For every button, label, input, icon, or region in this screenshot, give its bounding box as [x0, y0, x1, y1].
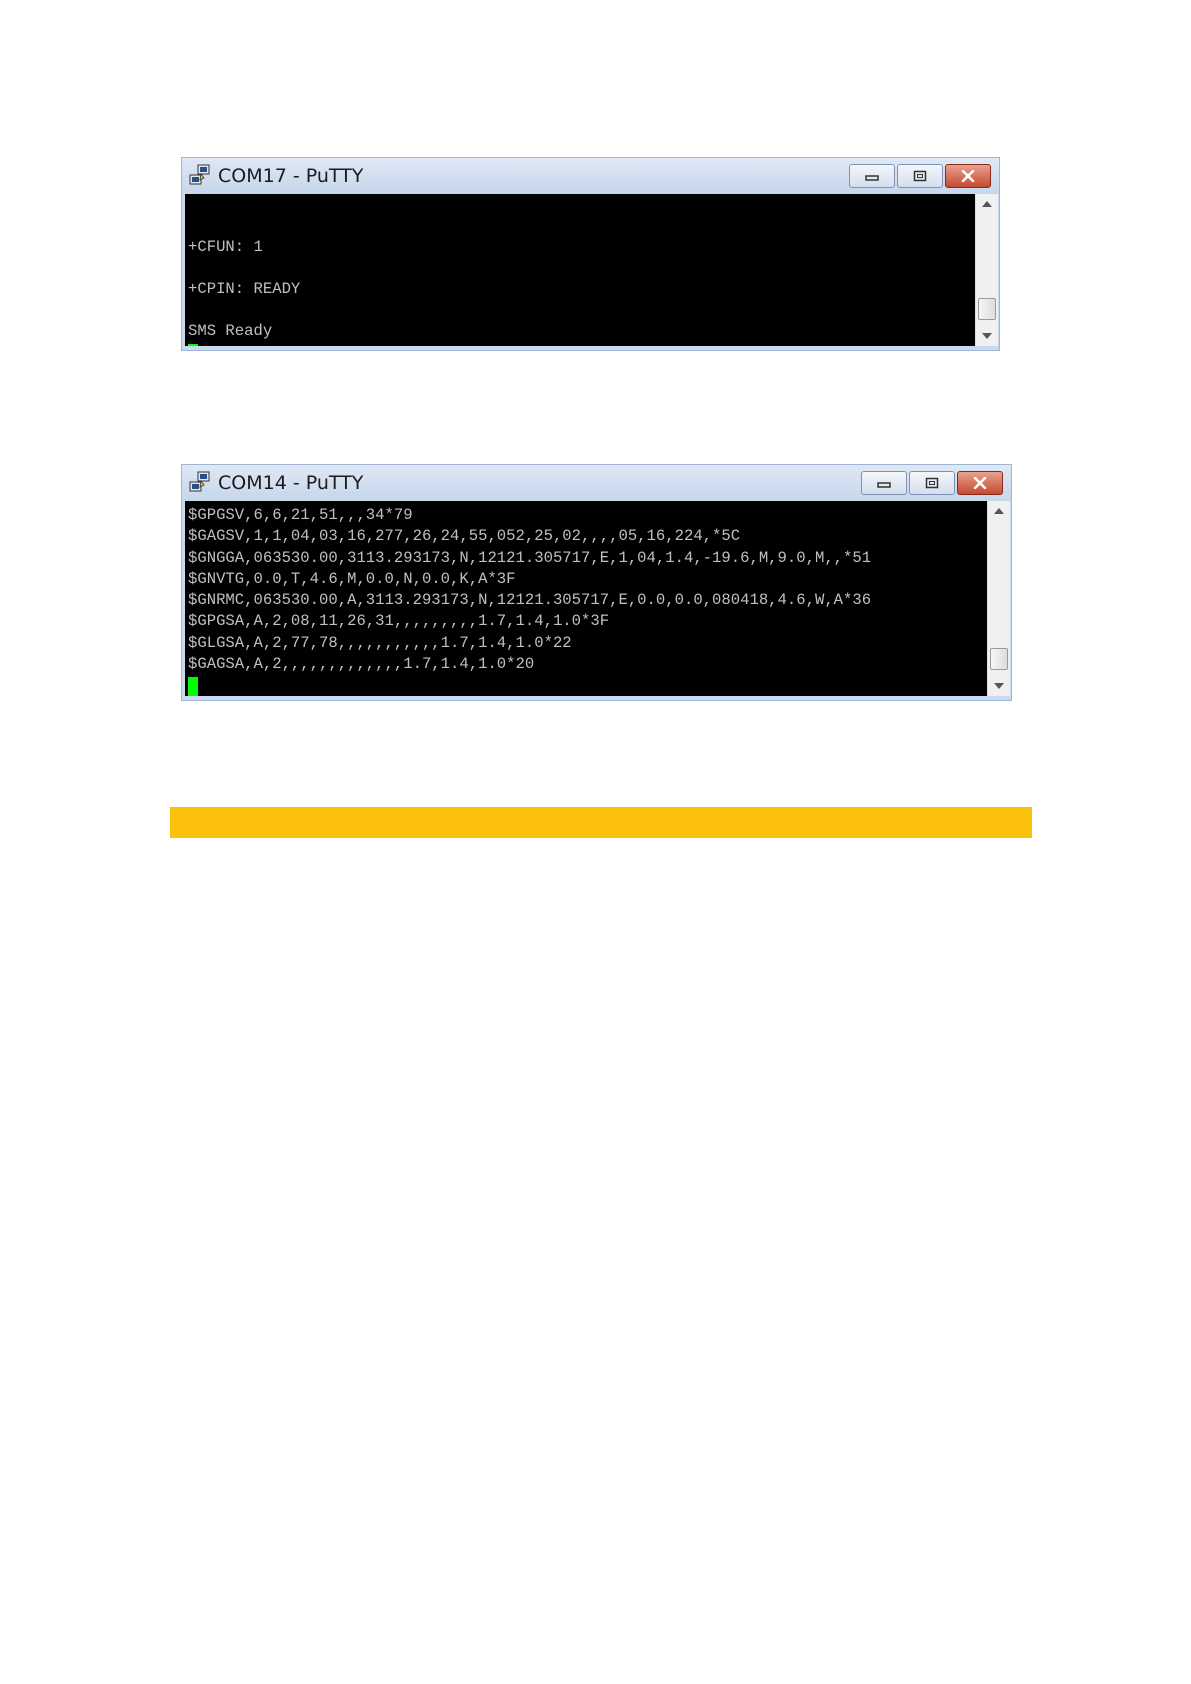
- scroll-down-button[interactable]: [976, 326, 998, 346]
- scroll-up-button[interactable]: [976, 194, 998, 214]
- close-button[interactable]: [945, 164, 991, 188]
- minimize-button[interactable]: [849, 164, 895, 188]
- terminal-line: $GLGSA,A,2,77,78,,,,,,,,,,,1.7,1.4,1.0*2…: [188, 633, 572, 652]
- maximize-icon: [925, 477, 939, 489]
- terminal-line: $GNVTG,0.0,T,4.6,M,0.0,N,0.0,K,A*3F: [188, 569, 516, 588]
- scroll-thumb[interactable]: [990, 648, 1008, 670]
- terminal-line: SMS Ready: [188, 322, 273, 340]
- terminal-line: +CFUN: 1: [188, 238, 263, 256]
- scroll-down-arrow-icon: [982, 333, 992, 339]
- cursor-line: [188, 342, 975, 346]
- putty-window-com17[interactable]: COM17 - PuTTY +CFUN: 1 +CPIN: READY SMS …: [181, 157, 1000, 351]
- putty-icon: [189, 471, 210, 492]
- window-controls: [861, 471, 1003, 495]
- minimize-icon: [877, 482, 891, 488]
- terminal-line: $GNGGA,063530.00,3113.293173,N,12121.305…: [188, 548, 872, 567]
- terminal-line: $GPGSV,6,6,21,51,,,34*79: [188, 506, 413, 524]
- maximize-button[interactable]: [909, 471, 955, 495]
- terminal-line: $GAGSV,1,1,04,03,16,277,26,24,55,052,25,…: [188, 527, 741, 546]
- minimize-icon: [865, 175, 879, 181]
- terminal-line: $GAGSA,A,2,,,,,,,,,,,,,1.7,1.4,1.0*20: [188, 655, 535, 674]
- maximize-icon: [913, 170, 927, 182]
- terminal-cursor: [188, 677, 198, 696]
- window-controls: [849, 164, 991, 188]
- terminal-line: $GNRMC,063530.00,A,3113.293173,N,12121.3…: [188, 591, 872, 610]
- terminal-line: $GPGSA,A,2,08,11,26,31,,,,,,,,,1.7,1.4,1…: [188, 612, 610, 631]
- minimize-button[interactable]: [861, 471, 907, 495]
- scroll-up-arrow-icon: [994, 508, 1004, 514]
- terminal-output[interactable]: $GPGSV,6,6,21,51,,,34*79 $GAGSV,1,1,04,0…: [185, 501, 987, 696]
- close-icon: [961, 170, 975, 182]
- highlight-bar: [170, 807, 1032, 838]
- window-title: COM14 - PuTTY: [218, 472, 364, 494]
- title-bar[interactable]: COM17 - PuTTY: [182, 158, 999, 194]
- terminal-output[interactable]: +CFUN: 1 +CPIN: READY SMS Ready: [185, 194, 975, 346]
- putty-window-com14[interactable]: COM14 - PuTTY $GPGSV,6,6,21,51,,,34*79 $…: [181, 464, 1012, 701]
- terminal-line: +CPIN: READY: [188, 280, 301, 298]
- terminal-cursor: [188, 344, 198, 346]
- scroll-up-arrow-icon: [982, 201, 992, 207]
- scroll-down-button[interactable]: [988, 676, 1010, 696]
- scroll-up-button[interactable]: [988, 501, 1010, 521]
- close-button[interactable]: [957, 471, 1003, 495]
- putty-icon: [189, 164, 210, 185]
- scroll-down-arrow-icon: [994, 683, 1004, 689]
- maximize-button[interactable]: [897, 164, 943, 188]
- scroll-thumb[interactable]: [978, 298, 996, 320]
- close-icon: [973, 477, 987, 489]
- cursor-line: [188, 675, 987, 696]
- window-title: COM17 - PuTTY: [218, 165, 364, 187]
- vertical-scrollbar[interactable]: [975, 194, 998, 346]
- title-bar[interactable]: COM14 - PuTTY: [182, 465, 1011, 501]
- vertical-scrollbar[interactable]: [987, 501, 1010, 696]
